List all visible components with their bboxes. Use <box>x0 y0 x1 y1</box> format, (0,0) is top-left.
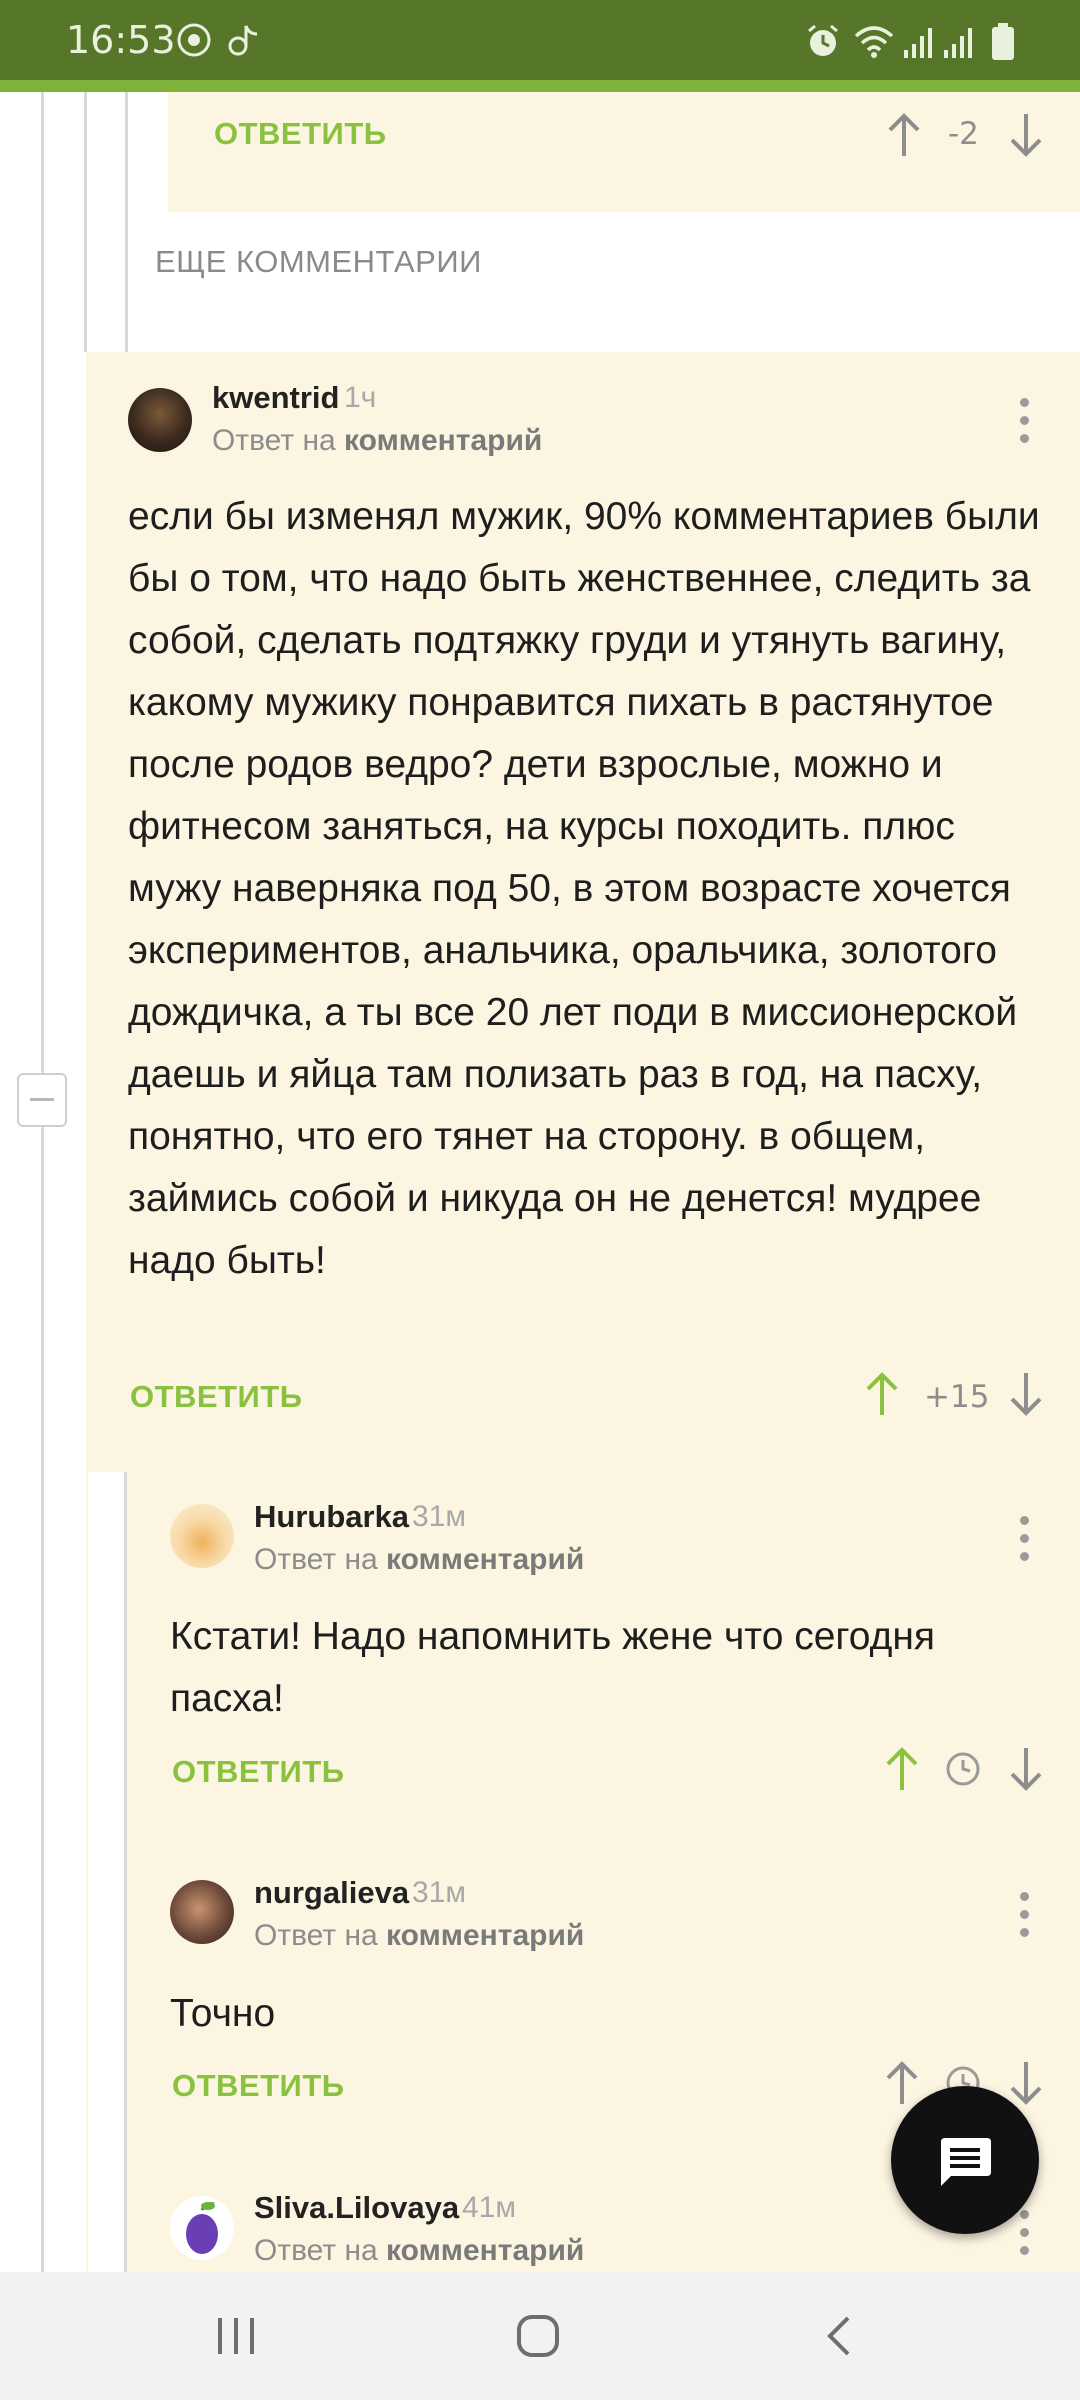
reply-to-line: Ответ на комментарий <box>254 1919 584 1953</box>
comment-username[interactable]: nurgalieva <box>254 1875 409 1911</box>
reply-button[interactable]: ОТВЕТИТЬ <box>172 1754 345 1790</box>
more-vertical-icon[interactable] <box>1020 1516 1030 1570</box>
avatar[interactable] <box>170 2196 234 2260</box>
comment-time: 31м <box>412 1500 466 1533</box>
shield-icon <box>177 23 211 57</box>
thread-line <box>125 92 128 352</box>
arrow-up-icon[interactable] <box>882 1746 922 1792</box>
alarm-icon <box>808 24 838 56</box>
comment-username[interactable]: kwentrid <box>212 380 339 416</box>
reply-to-link[interactable]: комментарий <box>386 1543 584 1576</box>
arrow-up-icon[interactable] <box>862 1371 902 1417</box>
reply-button[interactable]: ОТВЕТИТЬ <box>214 116 387 152</box>
signal-icon <box>904 28 932 58</box>
reply-button[interactable]: ОТВЕТИТЬ <box>172 2068 345 2104</box>
signal-icon <box>944 28 972 58</box>
comment-time: 1ч <box>344 381 377 414</box>
header-accent-line <box>0 80 1080 92</box>
new-comment-fab[interactable] <box>891 2086 1039 2234</box>
recents-icon[interactable] <box>214 2314 258 2358</box>
reply-to-prefix: Ответ на <box>254 1919 378 1952</box>
arrow-down-icon[interactable] <box>1006 112 1046 158</box>
thread-line <box>84 92 87 352</box>
tiktok-icon <box>228 25 258 56</box>
reply-to-line: Ответ на комментарий <box>212 424 542 458</box>
wifi-icon <box>854 26 894 58</box>
reply-to-prefix: Ответ на <box>254 2234 378 2267</box>
reply-to-prefix: Ответ на <box>212 424 336 457</box>
reply-to-link[interactable]: комментарий <box>386 1919 584 1952</box>
comment-time: 41м <box>462 2191 516 2224</box>
nested-thread-gutter <box>88 1472 124 2272</box>
thread-line <box>41 92 44 2272</box>
reply-to-prefix: Ответ на <box>254 1543 378 1576</box>
arrow-up-icon[interactable] <box>882 2060 922 2106</box>
reply-button[interactable]: ОТВЕТИТЬ <box>130 1379 303 1415</box>
chat-icon <box>941 2138 991 2186</box>
more-vertical-icon[interactable] <box>1020 1892 1030 1946</box>
clock-icon <box>946 1752 980 1786</box>
score: -2 <box>948 116 979 152</box>
previous-comment <box>168 92 1080 212</box>
avatar[interactable] <box>170 1880 234 1944</box>
score: +15 <box>924 1379 990 1415</box>
reply-to-link[interactable]: комментарий <box>344 424 542 457</box>
comment-text: Точно <box>170 1992 276 2035</box>
collapse-thread-button[interactable] <box>17 1073 67 1127</box>
comment-username[interactable]: Hurubarka <box>254 1499 409 1535</box>
comment-text: Кстати! Надо напомнить жене что сегодня … <box>170 1615 936 1720</box>
status-bar: 16:53 <box>0 0 1080 80</box>
reply-to-line: Ответ на комментарий <box>254 2234 584 2268</box>
reply-to-link[interactable]: комментарий <box>386 2234 584 2267</box>
thread-line <box>124 1472 127 2272</box>
status-time: 16:53 <box>66 18 176 62</box>
arrow-down-icon[interactable] <box>1006 1371 1046 1417</box>
more-comments-link[interactable]: ЕЩЕ КОММЕНТАРИИ <box>155 244 482 280</box>
battery-icon <box>992 23 1014 60</box>
more-vertical-icon[interactable] <box>1020 398 1030 452</box>
more-vertical-icon[interactable] <box>1020 2210 1030 2264</box>
comment-username[interactable]: Sliva.Lilovaya <box>254 2190 459 2226</box>
plum-icon <box>186 2202 218 2254</box>
back-icon[interactable] <box>820 2314 860 2358</box>
arrow-up-icon[interactable] <box>884 112 924 158</box>
comment-text: если бы изменял мужик, 90% комментариев … <box>128 495 1040 1282</box>
avatar[interactable] <box>170 1504 234 1568</box>
reply-to-line: Ответ на комментарий <box>254 1543 584 1577</box>
arrow-down-icon[interactable] <box>1006 2060 1046 2106</box>
home-icon[interactable] <box>514 2312 562 2360</box>
avatar[interactable] <box>128 388 192 452</box>
arrow-down-icon[interactable] <box>1006 1746 1046 1792</box>
comment-time: 31м <box>412 1876 466 1909</box>
system-nav-bar <box>0 2272 1080 2400</box>
